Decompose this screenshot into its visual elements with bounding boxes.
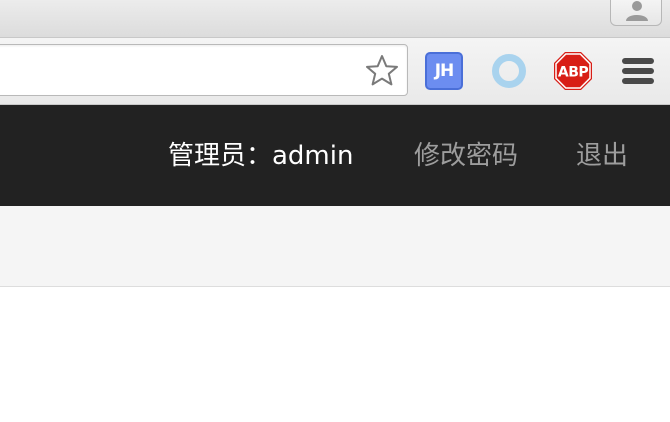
window-titlebar (0, 0, 670, 38)
admin-navbar: 管理员：admin 修改密码 退出 (0, 105, 670, 206)
hamburger-menu-icon[interactable] (618, 51, 658, 91)
browser-window: JH ABP 管理员：admin 修改密码 退出 (0, 0, 670, 422)
logout-link[interactable]: 退出 (576, 139, 628, 173)
abp-label: ABP (558, 65, 589, 81)
current-user-label: 管理员：admin (168, 141, 354, 171)
ring-extension-icon[interactable] (489, 51, 529, 91)
user-profile-icon (626, 1, 648, 21)
jh-extension-icon[interactable]: JH (425, 52, 463, 90)
address-bar[interactable] (0, 44, 408, 96)
page-content (0, 287, 670, 422)
profile-button[interactable] (610, 0, 662, 26)
adblock-plus-icon[interactable]: ABP (553, 51, 593, 91)
page-subheader (0, 206, 670, 287)
browser-toolbar: JH ABP (0, 38, 670, 105)
star-icon[interactable] (364, 53, 400, 89)
change-password-link[interactable]: 修改密码 (414, 139, 518, 173)
